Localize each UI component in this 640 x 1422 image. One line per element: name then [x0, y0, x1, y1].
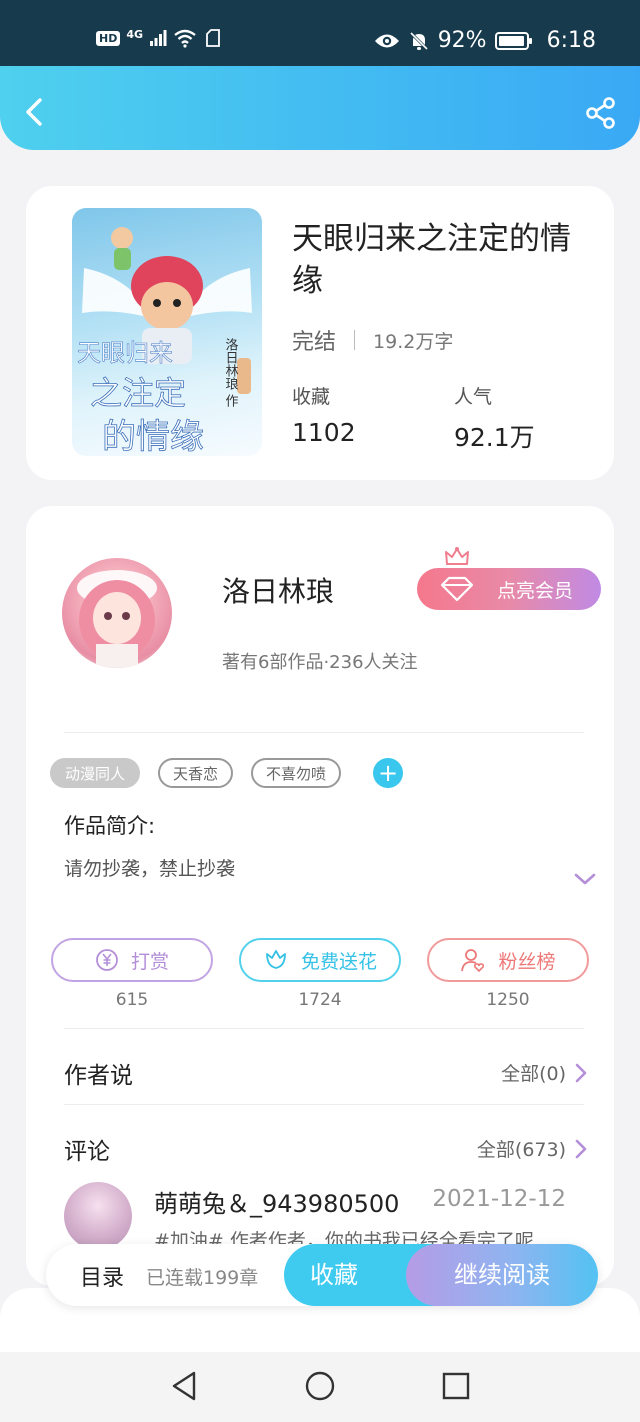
system-nav-bar [0, 1352, 640, 1422]
battery-icon [494, 31, 532, 50]
battery-percent: 92% [437, 28, 487, 53]
chevron-right-icon [575, 1139, 587, 1158]
author-stats: 著有6部作品·236人关注 [222, 652, 418, 673]
hd-badge: HD [96, 30, 121, 46]
divider [64, 732, 584, 733]
commenter-avatar[interactable] [64, 1182, 132, 1250]
chevron-right-icon [575, 1063, 587, 1082]
book-info-card: 天眼归来 之注定 的情缘 洛日林琅 作 天眼归来之注定的情缘 完结 19.2万字… [26, 186, 614, 480]
comments-count: 全部(673) [476, 1139, 566, 1161]
collect-label: 收藏 [292, 386, 331, 408]
send-flower-label: 免费送花 [300, 950, 377, 973]
crown-icon [445, 547, 469, 565]
status-bar: HD 4G 92% 6:18 [0, 0, 640, 66]
eye-icon [374, 34, 399, 47]
wifi-icon [174, 29, 196, 48]
commenter-name[interactable]: 萌萌兔＆_943980500 [154, 1184, 399, 1219]
vip-label: 点亮会员 [496, 579, 573, 602]
tag-list: 动漫同人 天香恋 不喜勿喷 + [50, 758, 404, 788]
reward-label: 打赏 [130, 950, 169, 973]
fan-count: 1250 [486, 990, 530, 1010]
cover-title-3: 的情缘 [102, 417, 204, 456]
author-says-count: 全部(0) [501, 1063, 566, 1085]
author-name[interactable]: 洛日林琅 [222, 570, 334, 610]
send-flower-button[interactable]: 免费送花 [239, 938, 401, 982]
reward-count: 615 [115, 990, 149, 1010]
popularity-count: 92.1万 [454, 423, 535, 452]
cover-title-1: 天眼归来 [77, 339, 173, 367]
clock: 6:18 [546, 28, 596, 53]
nav-recents-icon[interactable] [440, 1370, 472, 1402]
chevron-down-icon[interactable] [572, 870, 598, 888]
tag-item[interactable]: 不喜勿喷 [251, 758, 342, 788]
signal-icon [150, 30, 167, 46]
divider [64, 1028, 584, 1029]
meta-divider [354, 330, 356, 350]
fan-ranking-button[interactable]: 粉丝榜 [427, 938, 589, 982]
comment-date: 2021-12-12 [432, 1186, 566, 1212]
collect-count: 1102 [292, 418, 356, 447]
book-cover[interactable]: 天眼归来 之注定 的情缘 洛日林琅 作 [72, 208, 262, 456]
cover-title-2: 之注定 [90, 374, 186, 412]
signal-group: HD 4G [96, 28, 223, 48]
intro-text: 请勿抄袭，禁止抄袭 [64, 858, 236, 880]
network-label: 4G [126, 27, 144, 41]
popularity-label: 人气 [454, 386, 493, 408]
mute-bell-icon [409, 31, 428, 50]
flower-icon [266, 950, 286, 969]
author-says-all-link[interactable]: 全部(0) [501, 1059, 588, 1086]
bottom-action-bar: 目录 已连载199章 收藏 继续阅读 [46, 1244, 598, 1306]
author-says-title: 作者说 [64, 1063, 133, 1089]
book-status: 完结 [292, 330, 337, 355]
flower-count: 1724 [298, 990, 342, 1010]
cover-author: 洛日林琅 作 [223, 338, 239, 408]
toc-button[interactable]: 目录 [80, 1260, 124, 1292]
yen-coin-icon [96, 949, 118, 971]
add-tag-button[interactable]: + [373, 758, 404, 788]
status-right: 92% 6:18 [374, 28, 596, 53]
detail-card: 洛日林琅 点亮会员 著有6部作品·236人关注 动漫同人 天香恋 不喜勿喷 + … [26, 506, 614, 1286]
reward-button[interactable]: 打赏 [51, 938, 213, 982]
diamond-icon [440, 576, 474, 602]
divider [64, 1104, 584, 1105]
intro-heading: 作品简介: [64, 814, 156, 838]
comments-title: 评论 [64, 1139, 110, 1165]
nav-back-icon[interactable] [168, 1370, 200, 1402]
book-title: 天眼归来之注定的情缘 [292, 221, 571, 299]
tag-item[interactable]: 天香恋 [158, 758, 234, 788]
serial-status: 已连载199章 [146, 1267, 259, 1289]
nav-home-icon[interactable] [304, 1370, 336, 1402]
back-arrow-icon[interactable] [18, 94, 54, 130]
cover-illustration: 天眼归来 之注定 的情缘 洛日林琅 作 [77, 227, 252, 456]
user-heart-icon [461, 949, 485, 973]
book-meta: 完结 19.2万字 [292, 324, 453, 356]
comments-all-link[interactable]: 全部(673) [477, 1135, 588, 1162]
fan-ranking-label: 粉丝榜 [498, 950, 556, 973]
avatar-illustration [77, 570, 157, 668]
sim-card-icon [206, 29, 220, 47]
author-avatar[interactable] [62, 558, 172, 668]
share-icon[interactable] [584, 96, 618, 130]
tag-item[interactable]: 动漫同人 [50, 758, 141, 788]
header-bar [0, 66, 640, 150]
book-word-count: 19.2万字 [373, 330, 454, 353]
continue-reading-button[interactable]: 继续阅读 [406, 1244, 598, 1306]
